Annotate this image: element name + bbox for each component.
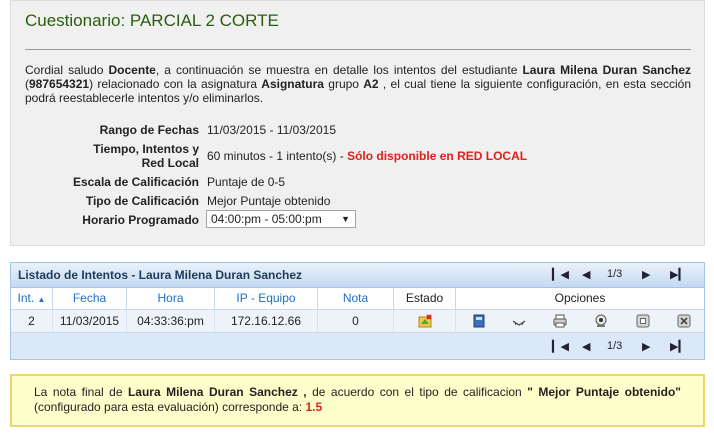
note-text-2: de acuerdo con el tipo de calificacion	[306, 385, 528, 399]
col-int-label: Int.	[17, 291, 35, 305]
note-grading-type: " Mejor Puntaje obtenido"	[527, 385, 681, 399]
book-icon[interactable]	[472, 314, 486, 328]
pager-bottom: ▎◀ ◀ 1/3 ▶ ▶▎	[552, 340, 692, 354]
divider	[25, 49, 691, 50]
col-nota[interactable]: Nota	[318, 288, 394, 309]
delete-icon[interactable]	[677, 314, 691, 328]
intro-text-2: , a continuación se muestra en detalle l…	[155, 63, 523, 77]
col-int[interactable]: Int. ▲	[11, 288, 53, 309]
page-indicator: 1/3	[607, 340, 623, 352]
table-row: 2 11/03/2015 04:33:36:pm 172.16.12.66 0	[11, 310, 704, 333]
escala-label: Escala de Calificación	[72, 175, 199, 189]
horario-selected-value: 04:00:pm - 05:00:pm	[211, 212, 322, 226]
sort-asc-icon: ▲	[37, 295, 46, 304]
next-page-icon[interactable]: ▶	[642, 340, 650, 353]
page-title: Cuestionario: PARCIAL 2 CORTE	[25, 11, 279, 30]
grid-header: Listado de Intentos - Laura Milena Duran…	[11, 263, 704, 288]
col-estado: Estado	[394, 288, 456, 309]
prev-page-icon[interactable]: ◀	[582, 268, 590, 281]
rango-value: 11/03/2015 - 11/03/2015	[207, 123, 336, 137]
tiempo-value: 60 minutos - 1 intento(s) -	[207, 149, 348, 163]
intro-student-name: Laura Milena Duran Sanchez	[522, 63, 691, 77]
intro-text-1: Cordial saludo	[25, 63, 109, 77]
intro-role: Docente	[108, 63, 156, 77]
webcam-icon[interactable]	[594, 314, 608, 328]
horario-label: Horario Programado	[82, 213, 199, 227]
cell-nota: 0	[318, 310, 394, 332]
col-hora[interactable]: Hora	[127, 288, 215, 309]
first-page-icon[interactable]: ▎◀	[552, 340, 569, 353]
note-text-3: (configurado para esta evaluación) corre…	[34, 400, 306, 414]
final-score: 1.5	[305, 400, 323, 414]
intro-student-id: 987654321	[29, 77, 90, 91]
horario-select[interactable]: 04:00:pm - 05:00:pm ▼	[206, 210, 356, 228]
rango-label: Rango de Fechas	[99, 123, 199, 137]
intro-group: A2	[363, 77, 379, 91]
grid-title: Listado de Intentos - Laura Milena Duran…	[18, 268, 303, 282]
col-ip[interactable]: IP - Equipo	[215, 288, 318, 309]
estado-icon	[418, 314, 432, 328]
col-fecha[interactable]: Fecha	[53, 288, 127, 309]
pager-top: ▎◀ ◀ 1/3 ▶ ▶▎	[552, 268, 692, 282]
restore-icon[interactable]	[636, 314, 650, 328]
next-page-icon[interactable]: ▶	[642, 268, 650, 281]
cell-int: 2	[11, 310, 53, 332]
last-page-icon[interactable]: ▶▎	[670, 268, 687, 281]
col-opciones: Opciones	[554, 291, 606, 305]
intro-text: Cordial saludo Docente, a continuación s…	[25, 63, 691, 105]
cell-fecha: 11/03/2015	[53, 310, 127, 332]
page-indicator: 1/3	[607, 268, 623, 280]
tipo-label: Tipo de Calificación	[85, 194, 199, 208]
print-icon[interactable]	[553, 314, 567, 328]
expand-icon[interactable]	[512, 314, 526, 328]
tiempo-label: Tiempo, Intentos y Red Local	[93, 142, 199, 170]
quiz-detail-panel: Cuestionario: PARCIAL 2 CORTE Cordial sa…	[10, 0, 705, 246]
note-student-name: Laura Milena Duran Sanchez ,	[127, 385, 307, 399]
tiempo-value-wrap: 60 minutos - 1 intento(s) - Sólo disponi…	[207, 149, 527, 163]
red-local-warning: Sólo disponible en RED LOCAL	[347, 149, 528, 163]
cell-hora: 04:33:36:pm	[127, 310, 215, 332]
prev-page-icon[interactable]: ◀	[582, 340, 590, 353]
cell-opciones	[456, 310, 704, 332]
intro-text-5: grupo	[323, 77, 364, 91]
intro-text-4: ) relacionado con la asignatura	[89, 77, 262, 91]
intro-subject: Asignatura	[261, 77, 324, 91]
last-page-icon[interactable]: ▶▎	[670, 340, 687, 353]
attempts-grid: Listado de Intentos - Laura Milena Duran…	[10, 262, 705, 360]
grid-footer: ▎◀ ◀ 1/3 ▶ ▶▎	[11, 334, 704, 359]
chevron-down-icon: ▼	[341, 214, 350, 224]
escala-value: Puntaje de 0-5	[207, 175, 286, 189]
first-page-icon[interactable]: ▎◀	[552, 268, 569, 281]
final-grade-note: La nota final de Laura Milena Duran Sanc…	[10, 374, 705, 427]
cell-estado	[394, 310, 456, 332]
cell-ip: 172.16.12.66	[215, 310, 318, 332]
tipo-value: Mejor Puntaje obtenido	[207, 194, 331, 208]
grid-column-headers: Int. ▲ Fecha Hora IP - Equipo Nota Estad…	[11, 288, 704, 310]
note-text-1: La nota final de	[34, 385, 128, 399]
